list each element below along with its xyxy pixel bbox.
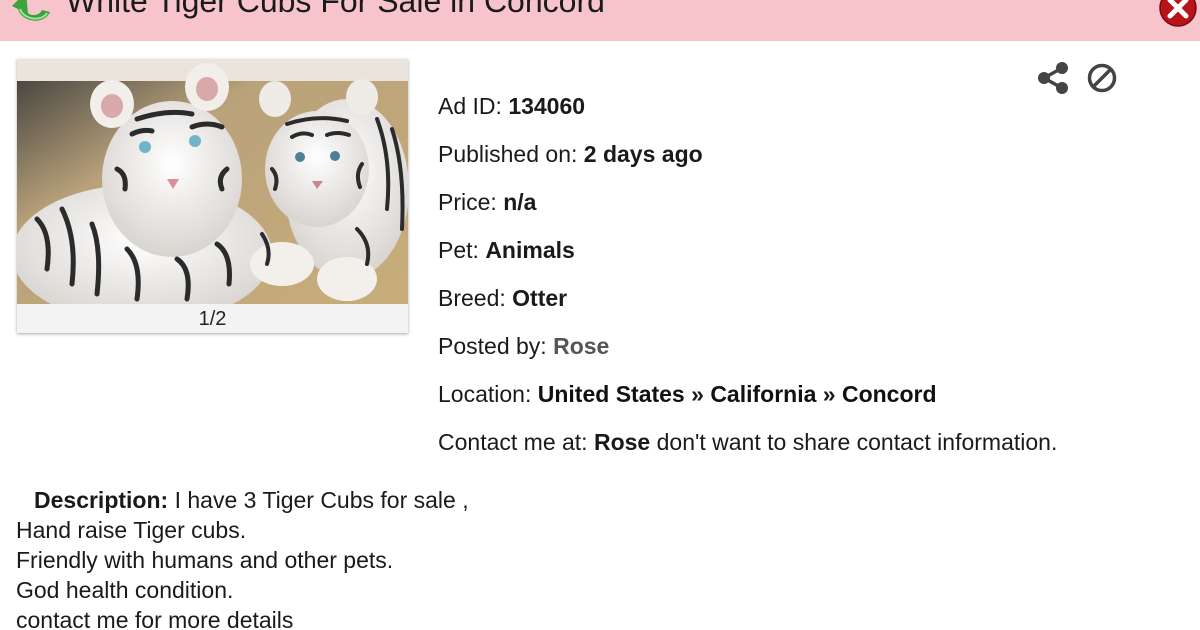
location-separator: » [691, 381, 704, 407]
page-title: White Tiger Cubs For Sale in Concord [66, 0, 605, 19]
breed-label: Breed: [438, 285, 506, 311]
pet-label: Pet: [438, 237, 479, 263]
contact-note: don't want to share contact information. [656, 429, 1058, 455]
description-line: God health condition. [16, 577, 234, 603]
ad-page: White Tiger Cubs For Sale in Concord 1/2… [0, 0, 1200, 630]
description: Description: I have 3 Tiger Cubs for sal… [16, 485, 469, 630]
ad-id-row: Ad ID: 134060 [438, 82, 1057, 130]
published-label: Published on: [438, 141, 578, 167]
pet-row: Pet: Animals [438, 226, 1057, 274]
block-icon[interactable] [1086, 62, 1118, 94]
location-separator: » [822, 381, 836, 407]
ad-id-label: Ad ID: [438, 93, 502, 119]
tiger-cubs-photo[interactable] [17, 59, 408, 304]
price-row: Price: n/a [438, 178, 1057, 226]
breed-value: Otter [512, 285, 568, 311]
price-value: n/a [503, 189, 537, 215]
price-label: Price: [438, 189, 497, 215]
contact-name: Rose [593, 429, 651, 455]
contact-label: Contact me at: [438, 429, 588, 455]
ad-details: Ad ID: 134060 Published on: 2 days ago P… [438, 82, 1057, 466]
pet-value: Animals [485, 237, 575, 263]
title-bar: White Tiger Cubs For Sale in Concord [0, 0, 1200, 41]
breed-row: Breed: Otter [438, 274, 1057, 322]
location-state-link[interactable]: California [710, 381, 816, 407]
description-line: Friendly with humans and other pets. [16, 547, 394, 573]
location-label: Location: [438, 381, 532, 407]
posted-by-link[interactable]: Rose [553, 333, 609, 359]
description-text: I have 3 Tiger Cubs for sale , [174, 487, 469, 513]
description-line: Hand raise Tiger cubs. [16, 517, 247, 543]
location-row: Location: United States » California » C… [438, 370, 1057, 418]
contact-row: Contact me at: Rose don't want to share … [438, 418, 1057, 466]
description-label: Description: [34, 487, 169, 513]
location-city-link[interactable]: Concord [842, 381, 937, 407]
ad-id-value: 134060 [508, 93, 586, 119]
posted-by-label: Posted by: [438, 333, 547, 359]
image-counter: 1/2 [198, 308, 227, 330]
published-value: 2 days ago [583, 141, 703, 167]
back-arrow-icon[interactable] [10, 0, 56, 28]
description-line: Description: I have 3 Tiger Cubs for sal… [16, 485, 469, 515]
published-row: Published on: 2 days ago [438, 130, 1057, 178]
posted-by-row: Posted by: Rose [438, 322, 1057, 370]
description-line: contact me for more details [16, 607, 294, 630]
location-country-link[interactable]: United States [538, 381, 685, 407]
close-icon[interactable] [1158, 0, 1198, 28]
photo-gallery[interactable]: 1/2 [17, 59, 408, 333]
